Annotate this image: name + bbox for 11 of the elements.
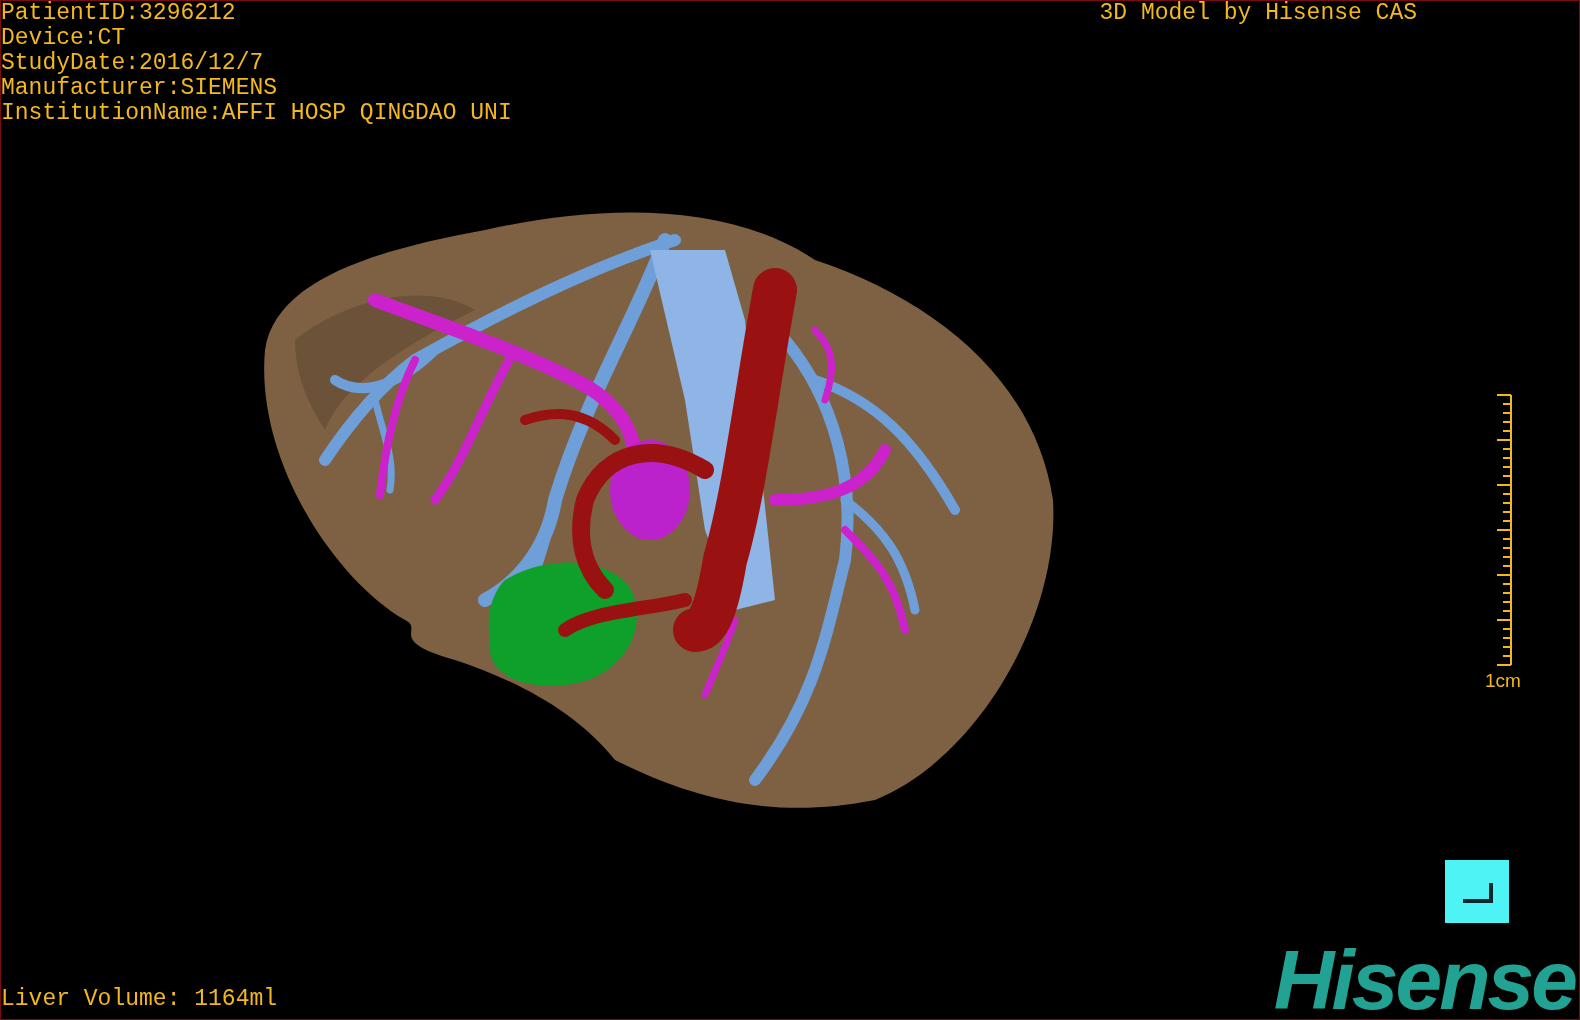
patient-info-line: PatientID:3296212 bbox=[1, 1, 237, 26]
corner-button[interactable] bbox=[1445, 860, 1509, 923]
scale-label: 1cm bbox=[1485, 670, 1521, 692]
corner-icon bbox=[1461, 880, 1493, 903]
patient-info-line: StudyDate:2016/12/7 bbox=[1, 51, 265, 76]
patient-info-line: InstitutionName:AFFI HOSP QINGDAO UNI bbox=[1, 101, 512, 126]
patient-info-line: Device:CT bbox=[1, 26, 127, 51]
patient-info-line: Manufacturer:SIEMENS bbox=[1, 76, 279, 101]
brand-logo: Hisense bbox=[1273, 941, 1575, 1019]
liver-volume-label: Liver Volume: 1164ml bbox=[1, 987, 278, 1012]
model-title: 3D Model by Hisense CAS bbox=[1099, 1, 1417, 26]
